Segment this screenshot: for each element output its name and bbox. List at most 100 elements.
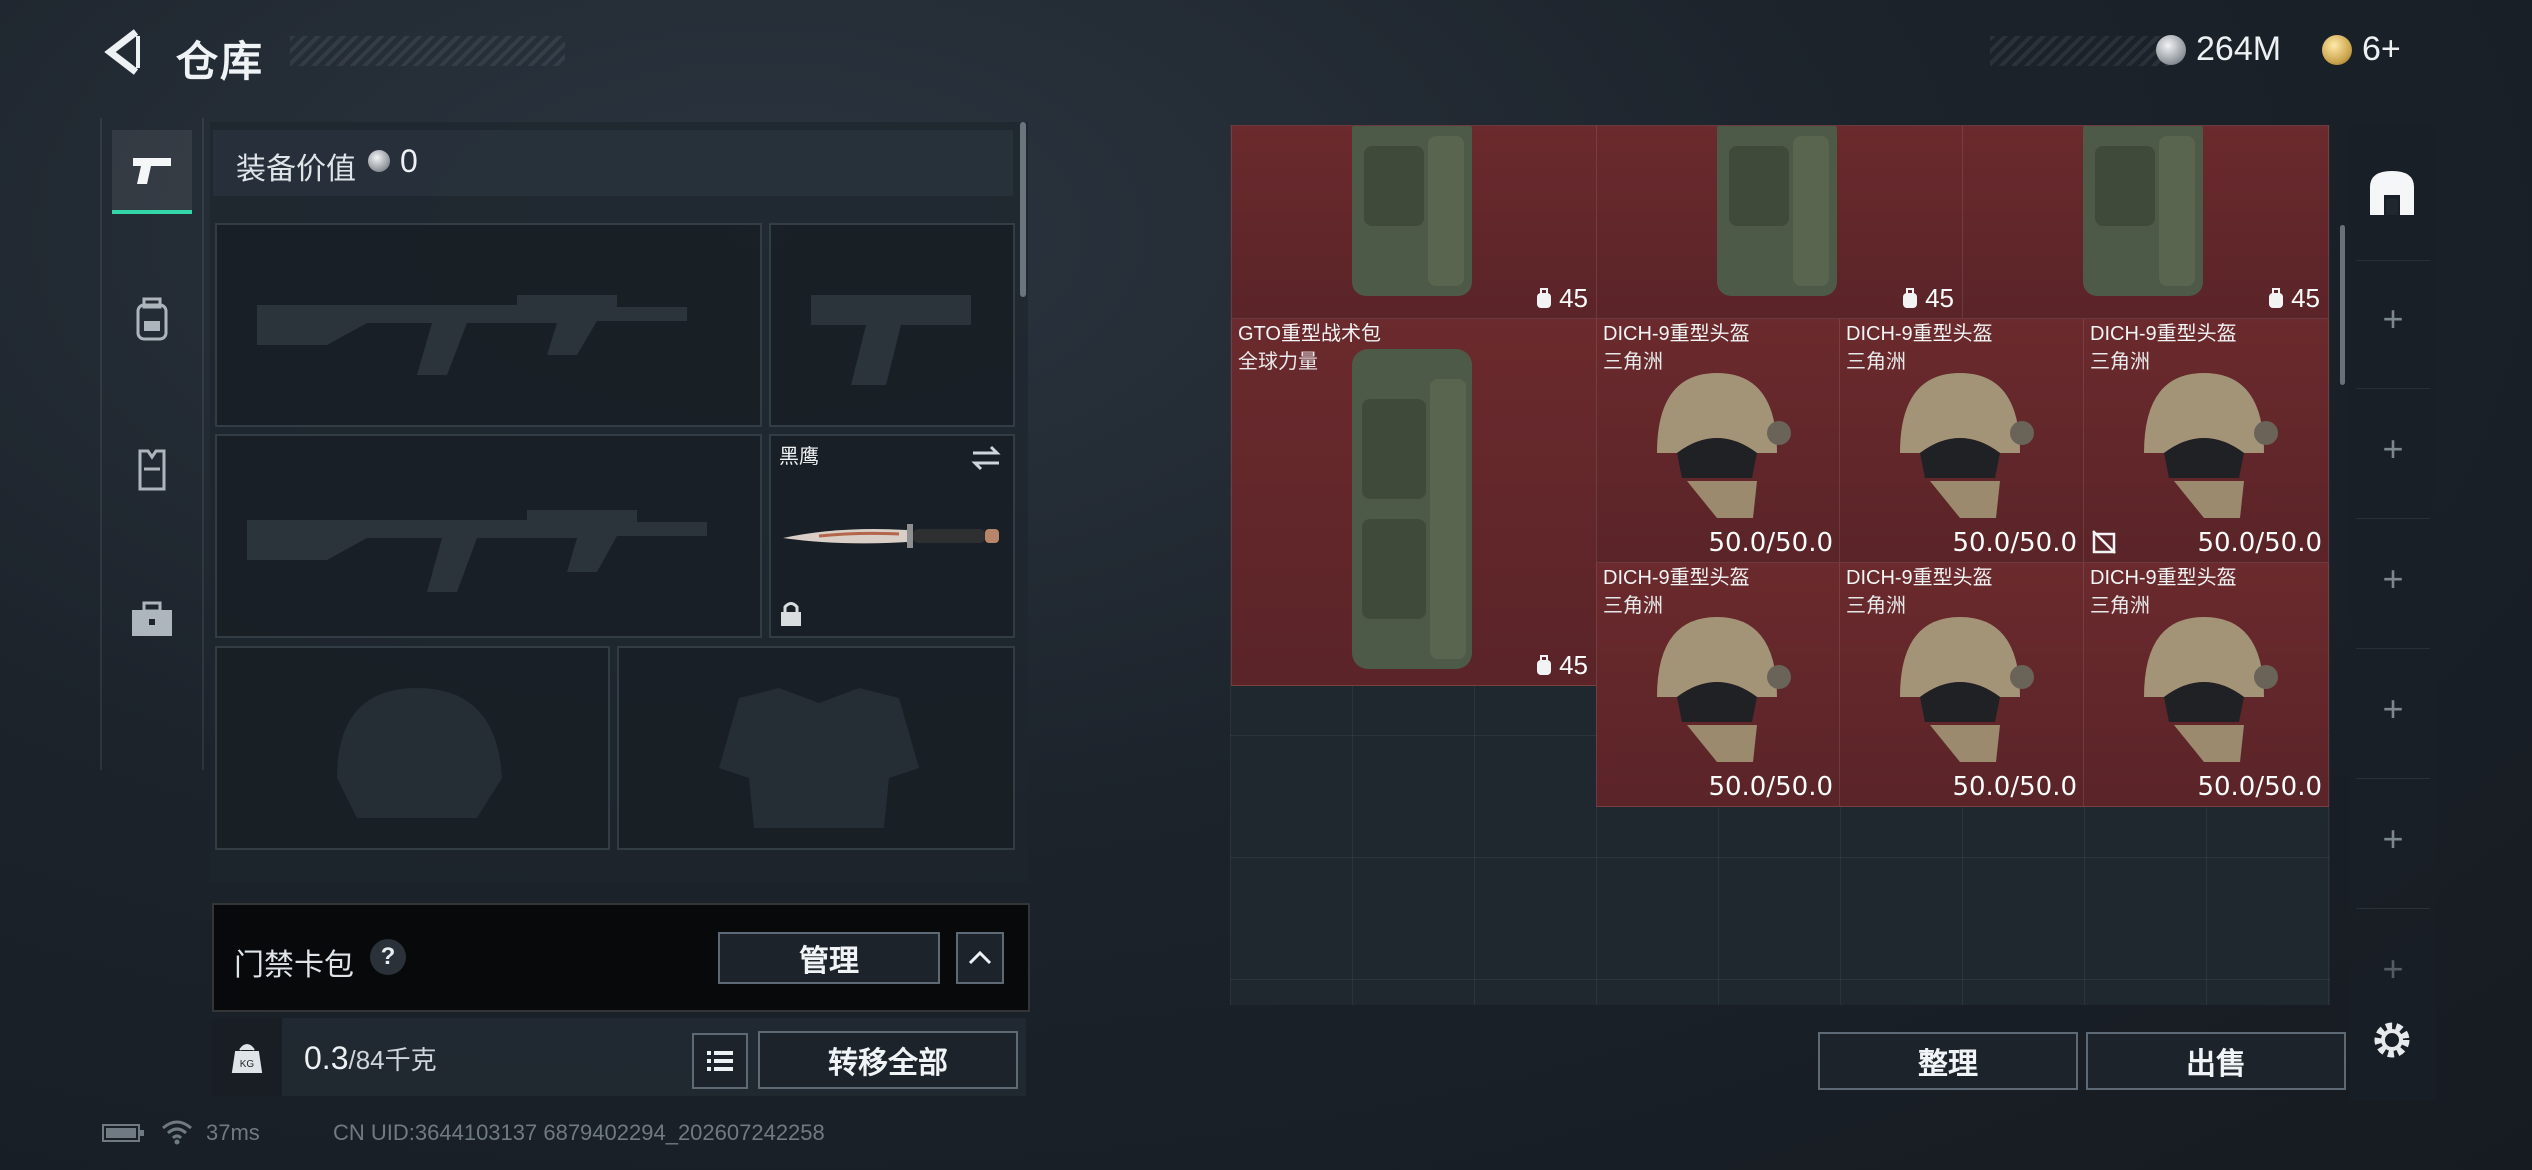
- backpack-image-icon: [1352, 126, 1472, 296]
- backpack-icon: [136, 297, 168, 341]
- weight-current: 0.3: [304, 1040, 349, 1076]
- capacity-value: 45: [1559, 283, 1588, 313]
- help-icon[interactable]: ?: [370, 939, 406, 975]
- value-coin-icon: [368, 150, 390, 172]
- storage-item-backpack[interactable]: 45: [1231, 125, 1597, 319]
- storage-item-backpack[interactable]: GTO重型战术包 全球力量 45: [1231, 318, 1597, 686]
- backpack-image-icon: [1352, 349, 1472, 669]
- equipment-scrollbar[interactable]: [1020, 122, 1026, 297]
- wifi-icon: [162, 1120, 192, 1145]
- durability-value: 50.0/50.0: [2197, 528, 2322, 558]
- helmet-slot[interactable]: [215, 646, 610, 850]
- add-page-button[interactable]: +: [2378, 298, 2408, 340]
- back-arrow-icon: [104, 29, 140, 75]
- weight-icon-box: KG: [212, 1018, 282, 1096]
- rail-divider: [2356, 778, 2430, 779]
- add-page-button[interactable]: +: [2378, 558, 2408, 600]
- rail-divider: [2356, 648, 2430, 649]
- add-page-button[interactable]: +: [2378, 428, 2408, 470]
- item-name: DICH-9重型头盔: [2090, 567, 2237, 589]
- equipment-value: 0: [400, 143, 418, 179]
- vest-icon: [138, 449, 166, 491]
- sell-button[interactable]: 出售: [2086, 1032, 2346, 1090]
- back-button[interactable]: [96, 22, 156, 82]
- silver-coin-icon: [2156, 34, 2186, 65]
- settings-button[interactable]: [2364, 1012, 2420, 1068]
- backpack-small-icon: [1537, 654, 1552, 675]
- rail-divider: [2356, 388, 2430, 389]
- storage-scrollbar[interactable]: [2340, 225, 2345, 385]
- swap-icon[interactable]: [969, 444, 1003, 472]
- pistol-icon: [133, 158, 171, 184]
- item-name: DICH-9重型头盔: [1846, 567, 1993, 589]
- add-page-button[interactable]: +: [2378, 818, 2408, 860]
- helmet-image-icon: [2144, 617, 2278, 762]
- armor-silhouette-icon: [719, 688, 919, 828]
- backpack-small-icon: [1903, 287, 1918, 308]
- chevron-up-icon: [968, 950, 992, 965]
- rail-divider: [2356, 908, 2430, 909]
- silver-currency[interactable]: 264M: [2156, 30, 2281, 69]
- tab-armor[interactable]: [112, 430, 192, 510]
- storage-item-helmet[interactable]: DICH-9重型头盔 三角洲 50.0/50.0: [1839, 562, 2084, 807]
- tab-items[interactable]: [112, 580, 192, 660]
- storage-item-helmet[interactable]: DICH-9重型头盔 三角洲 50.0/50.0: [1839, 318, 2084, 563]
- durability-value: 50.0/50.0: [1952, 772, 2077, 802]
- manage-button[interactable]: 管理: [718, 932, 940, 984]
- storage-item-helmet[interactable]: DICH-9重型头盔 三角洲 50.0/50.0: [2083, 318, 2329, 563]
- helmet-silhouette-icon: [337, 688, 502, 818]
- storage-item-backpack[interactable]: 45: [1596, 125, 1963, 319]
- helmet-image-icon: [1657, 617, 1791, 762]
- capacity-value: 45: [1925, 283, 1954, 313]
- armor-slot[interactable]: [617, 646, 1015, 850]
- capacity-badge: 45: [1535, 650, 1588, 681]
- silver-amount: 264M: [2196, 30, 2282, 68]
- primary-weapon-slot[interactable]: [215, 223, 762, 427]
- durability-value: 50.0/50.0: [1708, 528, 1833, 558]
- helmet-image-icon: [2144, 373, 2278, 518]
- backpack-image-icon: [2083, 126, 2203, 296]
- item-subtitle: 全球力量: [1238, 351, 1318, 373]
- item-name: DICH-9重型头盔: [2090, 323, 2237, 345]
- add-page-button[interactable]: +: [2378, 948, 2408, 990]
- no-insurance-icon: [2092, 530, 2116, 554]
- helmet-image-icon: [1900, 373, 2034, 518]
- gold-currency[interactable]: 6+: [2322, 30, 2401, 69]
- storage-item-helmet[interactable]: DICH-9重型头盔 三角洲 50.0/50.0: [1596, 562, 1840, 807]
- battery-icon: [102, 1124, 144, 1142]
- rail-divider: [2356, 518, 2430, 519]
- storage-item-helmet[interactable]: DICH-9重型头盔 三角洲 50.0/50.0: [1596, 318, 1840, 563]
- svg-text:KG: KG: [240, 1059, 255, 1070]
- capacity-badge: 45: [1901, 283, 1954, 314]
- rifle-silhouette-icon: [247, 510, 707, 592]
- storage-item-helmet[interactable]: DICH-9重型头盔 三角洲 50.0/50.0: [2083, 562, 2329, 807]
- storage-home-tab[interactable]: [2364, 165, 2420, 221]
- header-decoration: [1990, 36, 2170, 66]
- item-name: DICH-9重型头盔: [1603, 567, 1750, 589]
- melee-slot[interactable]: 黑鹰: [769, 434, 1015, 638]
- backpack-small-icon: [2269, 287, 2284, 308]
- item-name: DICH-9重型头盔: [1603, 323, 1750, 345]
- sort-button[interactable]: 整理: [1818, 1032, 2078, 1090]
- pistol-silhouette-icon: [811, 295, 971, 385]
- secondary-weapon-slot[interactable]: [215, 434, 762, 638]
- sidearm-slot[interactable]: [769, 223, 1015, 427]
- title-decoration: [290, 36, 565, 66]
- briefcase-icon: [132, 601, 172, 636]
- add-page-button[interactable]: +: [2378, 688, 2408, 730]
- ping-text: 37ms: [206, 1120, 260, 1145]
- gear-icon: [2374, 1022, 2410, 1058]
- collapse-button[interactable]: [956, 932, 1004, 984]
- page-title: 仓库: [176, 38, 265, 85]
- tab-gear[interactable]: [112, 280, 192, 360]
- transfer-all-button[interactable]: 转移全部: [758, 1031, 1018, 1089]
- list-view-button[interactable]: [692, 1033, 748, 1089]
- lock-icon: [781, 602, 801, 626]
- tab-weapons[interactable]: [112, 130, 192, 214]
- capacity-badge: 45: [2267, 283, 2320, 314]
- storage-item-backpack[interactable]: 45: [1962, 125, 2329, 319]
- durability-value: 50.0/50.0: [1952, 528, 2077, 558]
- melee-name: 黑鹰: [779, 446, 819, 468]
- rail-divider: [2356, 260, 2430, 261]
- keycard-label: 门禁卡包: [234, 949, 354, 982]
